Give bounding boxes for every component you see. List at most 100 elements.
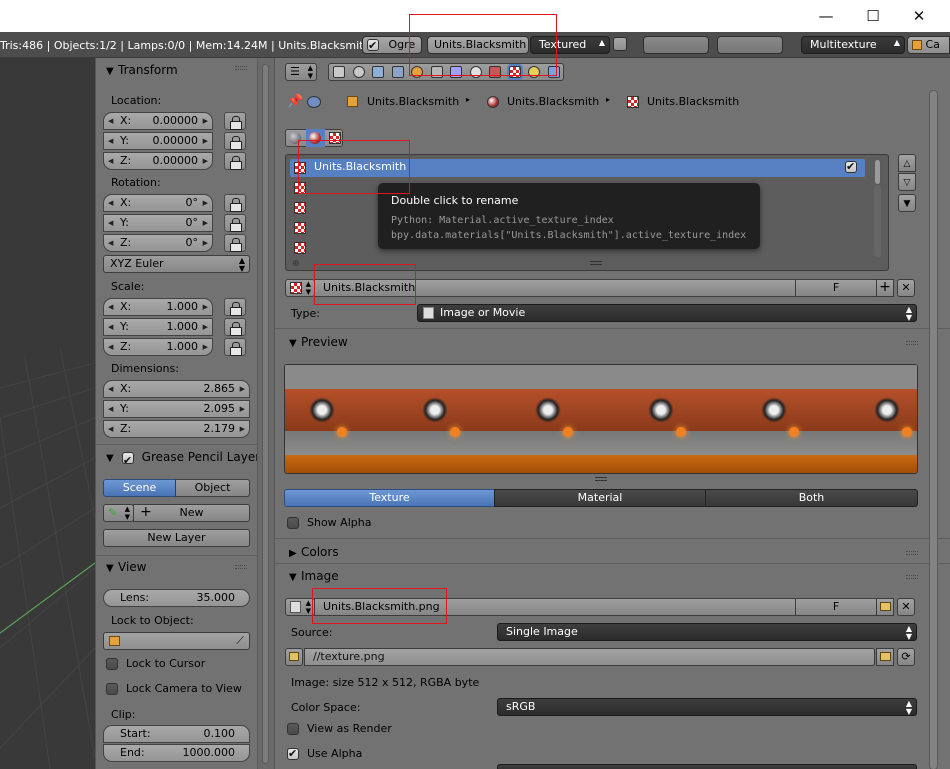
image-name-field[interactable]: Units.Blacksmith.png — [314, 598, 796, 616]
lock-camera-option[interactable]: Lock Camera to View — [106, 682, 242, 695]
location-y-field[interactable]: ◀ Y: 0.00000 ▶ — [103, 132, 213, 150]
dimensions-y-field[interactable]: ◀ Y: 2.095 ▶ — [103, 400, 250, 418]
lock-icon[interactable] — [224, 234, 246, 252]
unlink-texture-button[interactable]: ✕ — [897, 279, 915, 297]
grease-new-button[interactable]: + New — [133, 504, 250, 522]
drag-grip-icon[interactable] — [235, 66, 247, 70]
pin-icon[interactable]: 📌 — [287, 94, 303, 109]
reload-image-button[interactable]: ⟳ — [897, 648, 915, 666]
close-button[interactable]: ✕ — [904, 6, 934, 26]
drag-grip-icon[interactable] — [235, 565, 247, 569]
show-alpha-checkbox[interactable] — [287, 517, 299, 529]
right-arrow-icon[interactable]: ▶ — [240, 421, 245, 437]
clip-end-field[interactable]: End: 1000.000 — [103, 744, 250, 762]
left-arrow-icon[interactable]: ◀ — [108, 401, 113, 417]
preview-material-tab[interactable]: Material — [494, 489, 706, 507]
right-arrow-icon[interactable]: ▶ — [203, 113, 208, 129]
rotation-y-field[interactable]: ◀ Y: 0° ▶ — [103, 214, 213, 232]
texture-name-field[interactable]: Units.Blacksmith — [314, 279, 796, 297]
show-alpha-option[interactable]: Show Alpha — [287, 516, 371, 529]
unlink-image-button[interactable]: ✕ — [897, 598, 915, 616]
colors-panel-header[interactable]: ▶ Colors — [289, 542, 339, 562]
world-icon[interactable] — [289, 132, 301, 144]
rotation-mode-dropdown[interactable]: XYZ Euler ▲ ▼ — [103, 255, 250, 273]
lock-icon[interactable] — [224, 112, 246, 130]
view-as-render-option[interactable]: View as Render — [287, 722, 392, 735]
new-texture-button[interactable]: + — [876, 279, 894, 297]
minimize-button[interactable]: — — [811, 6, 841, 26]
resize-grip-icon[interactable] — [595, 477, 607, 481]
left-arrow-icon[interactable]: ◀ — [108, 113, 113, 129]
texture-type-dropdown[interactable]: Image or Movie ▲ ▼ — [417, 304, 917, 322]
image-filepath-field[interactable]: //texture.png — [304, 648, 875, 666]
world-icon[interactable] — [391, 66, 404, 78]
lock-icon[interactable] — [224, 152, 246, 170]
data-icon[interactable] — [469, 66, 482, 78]
move-up-button[interactable]: △ — [898, 154, 916, 172]
context-tabs[interactable] — [328, 63, 564, 81]
alpha-mode-dropdown[interactable] — [497, 764, 917, 769]
rotation-x-field[interactable]: ◀ X: 0° ▶ — [103, 194, 213, 212]
scale-z-field[interactable]: ◀ Z: 1.000 ▶ — [103, 338, 213, 356]
location-x-field[interactable]: ◀ X: 0.00000 ▶ — [103, 112, 213, 130]
toggle-checkbox[interactable] — [613, 37, 627, 51]
clip-start-field[interactable]: Start: 0.100 — [103, 725, 250, 743]
ogre-toggle[interactable]: Ogre — [362, 36, 422, 54]
lock-camera-checkbox[interactable] — [106, 683, 118, 695]
scene-icon[interactable] — [372, 66, 384, 78]
texture-browse-button[interactable]: ▲ ▼ — [285, 279, 315, 297]
lock-cursor-checkbox[interactable] — [106, 658, 118, 670]
preview-panel-header[interactable]: ▼ Preview — [289, 332, 348, 352]
lock-icon[interactable] — [224, 132, 246, 150]
preview-texture-tab[interactable]: Texture — [284, 489, 495, 507]
drag-grip-icon[interactable] — [906, 551, 918, 555]
left-arrow-icon[interactable]: ◀ — [108, 421, 113, 437]
transform-panel-header[interactable]: ▼ Transform — [106, 60, 178, 80]
texture-context-tabs[interactable] — [285, 129, 343, 147]
editor-type-button[interactable]: ☰ ▲ ▼ — [285, 63, 317, 81]
render-layers-icon[interactable] — [352, 66, 365, 78]
lock-icon[interactable] — [224, 214, 246, 232]
lock-cursor-option[interactable]: Lock to Cursor — [106, 657, 205, 670]
texture-slot-icon[interactable] — [294, 222, 306, 234]
lock-object-field[interactable]: ⟋ — [103, 632, 250, 650]
right-arrow-icon[interactable]: ▶ — [203, 235, 208, 251]
right-arrow-icon[interactable]: ▶ — [203, 153, 208, 169]
left-arrow-icon[interactable]: ◀ — [108, 381, 113, 397]
layers-grid-right[interactable] — [717, 36, 783, 54]
camera-field[interactable]: Ca — [907, 36, 950, 54]
left-arrow-icon[interactable]: ◀ — [108, 339, 113, 355]
object-icon[interactable] — [411, 66, 423, 78]
view-panel-header[interactable]: ▼ View — [106, 557, 146, 577]
texture-slot-icon[interactable] — [294, 242, 306, 254]
list-item-selected[interactable]: Units.Blacksmith — [290, 159, 865, 177]
scale-y-field[interactable]: ◀ Y: 1.000 ▶ — [103, 318, 213, 336]
left-arrow-icon[interactable]: ◀ — [108, 319, 113, 335]
specials-menu-button[interactable]: ▼ — [898, 194, 916, 212]
texture-slot-icon[interactable] — [294, 182, 306, 194]
texture-slot-icon[interactable] — [294, 202, 306, 214]
left-arrow-icon[interactable]: ◀ — [108, 195, 113, 211]
left-arrow-icon[interactable]: ◀ — [108, 235, 113, 251]
image-source-dropdown[interactable]: Single Image ▲ ▼ — [497, 623, 917, 641]
particles-icon[interactable] — [528, 66, 540, 78]
right-arrow-icon[interactable]: ▶ — [240, 381, 245, 397]
grease-scene-tab[interactable]: Scene — [103, 479, 176, 497]
left-arrow-icon[interactable]: ◀ — [108, 133, 113, 149]
viewport-shading-mode[interactable]: Multitexture ▲▼ — [801, 36, 905, 54]
dimensions-z-field[interactable]: ◀ Z: 2.179 ▶ — [103, 420, 250, 438]
physics-icon[interactable] — [547, 66, 560, 78]
slot-list-scrollbar[interactable] — [874, 159, 881, 185]
use-alpha-option[interactable]: Use Alpha — [287, 747, 362, 760]
texture-fake-user-button[interactable]: F — [795, 279, 877, 297]
new-layer-button[interactable]: New Layer — [103, 529, 250, 547]
maximize-button[interactable]: ☐ — [858, 6, 888, 26]
pack-image-button[interactable] — [285, 648, 303, 666]
lock-icon[interactable] — [224, 338, 246, 356]
texture-icon[interactable] — [329, 132, 341, 144]
image-fake-user-button[interactable]: F — [795, 598, 877, 616]
3d-viewport[interactable] — [0, 58, 95, 769]
scale-x-field[interactable]: ◀ X: 1.000 ▶ — [103, 298, 213, 316]
right-arrow-icon[interactable]: ▶ — [240, 401, 245, 417]
resize-grip-icon[interactable] — [590, 261, 602, 265]
